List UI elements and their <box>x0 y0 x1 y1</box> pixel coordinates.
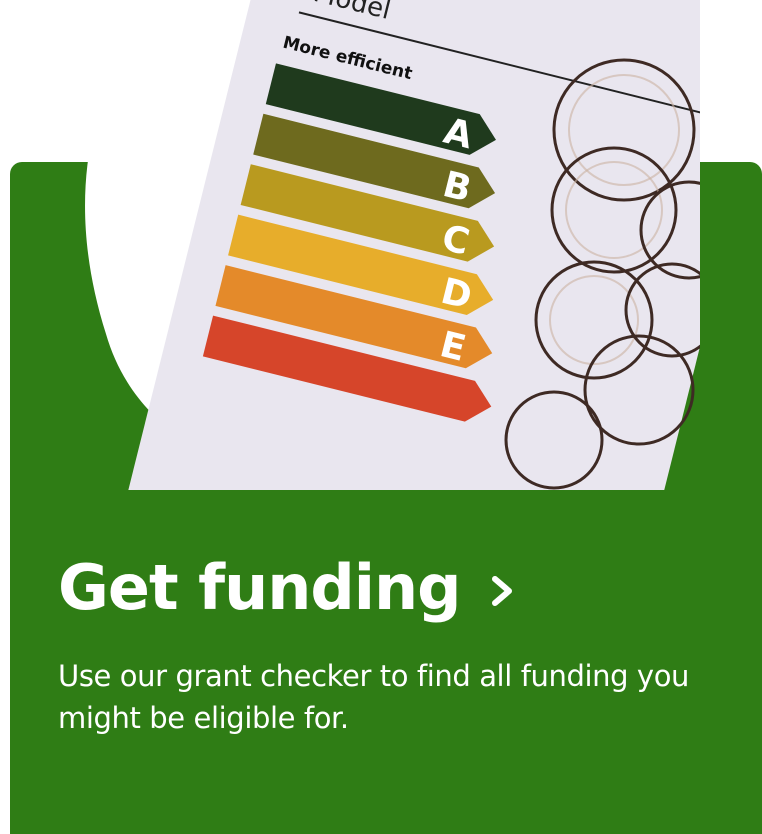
page: Model More efficient ABCDE Get funding U… <box>0 0 762 834</box>
energy-rating-image-overlay: Model More efficient ABCDE <box>84 0 700 490</box>
chevron-right-icon <box>487 571 517 611</box>
card-heading: Get funding <box>58 551 462 624</box>
card-description: Use our grant checker to find all fundin… <box>58 659 690 735</box>
get-funding-link[interactable]: Get funding <box>58 548 517 628</box>
